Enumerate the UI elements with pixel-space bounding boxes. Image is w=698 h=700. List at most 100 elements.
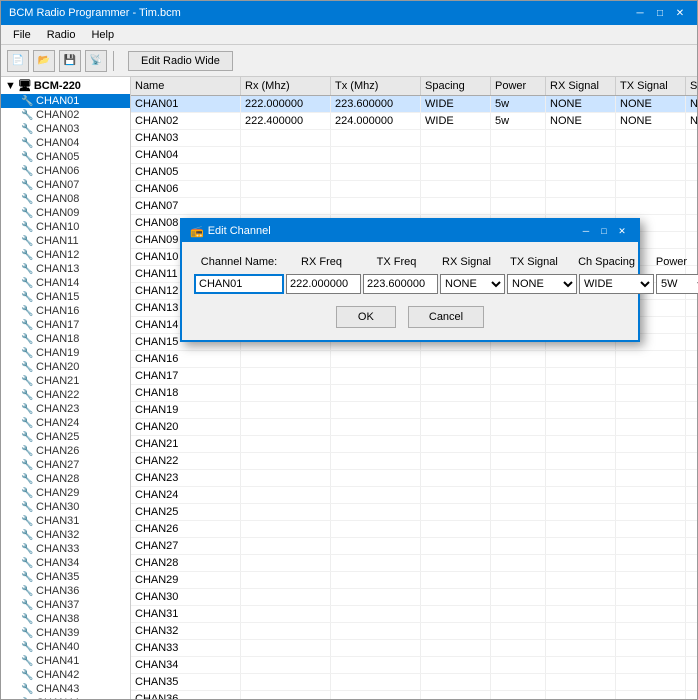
- close-button[interactable]: ✕: [671, 5, 689, 21]
- maximize-button[interactable]: □: [651, 5, 669, 21]
- tx-signal-select[interactable]: NONE: [507, 274, 577, 294]
- tree-item[interactable]: 🔧CHAN10: [1, 220, 130, 234]
- tree-item[interactable]: 🔧CHAN24: [1, 416, 130, 430]
- tree-item[interactable]: 🔧CHAN20: [1, 360, 130, 374]
- table-row[interactable]: CHAN32: [131, 623, 697, 640]
- tree-item[interactable]: 🔧CHAN26: [1, 444, 130, 458]
- tree-item[interactable]: 🔧CHAN04: [1, 136, 130, 150]
- tree-item[interactable]: 🔧CHAN14: [1, 276, 130, 290]
- tree-item[interactable]: 🔧CHAN16: [1, 304, 130, 318]
- dialog-minimize-button[interactable]: ─: [578, 224, 594, 238]
- tree-item[interactable]: 🔧CHAN07: [1, 178, 130, 192]
- tree-item[interactable]: 🔧CHAN18: [1, 332, 130, 346]
- tree-item[interactable]: 🔧CHAN01: [1, 94, 130, 108]
- dialog-close-button[interactable]: ✕: [614, 224, 630, 238]
- tree-item[interactable]: 🔧CHAN03: [1, 122, 130, 136]
- table-row[interactable]: CHAN04: [131, 147, 697, 164]
- tree-item[interactable]: 🔧CHAN06: [1, 164, 130, 178]
- table-row[interactable]: CHAN22: [131, 453, 697, 470]
- tree-item[interactable]: 🔧CHAN44: [1, 696, 130, 699]
- tree-item[interactable]: 🔧CHAN28: [1, 472, 130, 486]
- tree-item[interactable]: 🔧CHAN11: [1, 234, 130, 248]
- tree-item[interactable]: 🔧CHAN08: [1, 192, 130, 206]
- tree-item[interactable]: 🔧CHAN31: [1, 514, 130, 528]
- table-row[interactable]: CHAN17: [131, 368, 697, 385]
- tree-item[interactable]: 🔧CHAN40: [1, 640, 130, 654]
- table-row[interactable]: CHAN06: [131, 181, 697, 198]
- tree-item[interactable]: 🔧CHAN38: [1, 612, 130, 626]
- edit-radio-wide-button[interactable]: Edit Radio Wide: [128, 51, 233, 71]
- tree-item-label: CHAN41: [36, 655, 79, 667]
- table-row[interactable]: CHAN34: [131, 657, 697, 674]
- cell-txsig: [616, 419, 686, 435]
- power-select[interactable]: 5W 1W: [656, 274, 698, 294]
- tree-item[interactable]: 🔧CHAN37: [1, 598, 130, 612]
- dialog-cancel-button[interactable]: Cancel: [408, 306, 484, 328]
- table-row[interactable]: CHAN29: [131, 572, 697, 589]
- table-row[interactable]: CHAN24: [131, 487, 697, 504]
- tree-item[interactable]: 🔧CHAN34: [1, 556, 130, 570]
- ch-spacing-select[interactable]: WIDE NARROW: [579, 274, 654, 294]
- cell-scan: NO: [686, 96, 697, 112]
- tree-item[interactable]: 🔧CHAN43: [1, 682, 130, 696]
- rx-freq-input[interactable]: [286, 274, 361, 294]
- table-row[interactable]: CHAN31: [131, 606, 697, 623]
- tree-item[interactable]: 🔧CHAN33: [1, 542, 130, 556]
- tree-item[interactable]: 🔧CHAN39: [1, 626, 130, 640]
- dialog-maximize-button[interactable]: □: [596, 224, 612, 238]
- table-row[interactable]: CHAN03: [131, 130, 697, 147]
- table-row[interactable]: CHAN25: [131, 504, 697, 521]
- tree-item[interactable]: 🔧CHAN22: [1, 388, 130, 402]
- table-row[interactable]: CHAN05: [131, 164, 697, 181]
- minimize-button[interactable]: ─: [631, 5, 649, 21]
- tree-item[interactable]: 🔧CHAN27: [1, 458, 130, 472]
- tree-root-item[interactable]: ▼ 🖥 BCM-220: [1, 77, 130, 94]
- table-row[interactable]: CHAN23: [131, 470, 697, 487]
- table-row[interactable]: CHAN28: [131, 555, 697, 572]
- dialog-ok-button[interactable]: OK: [336, 306, 396, 328]
- toolbar-new-btn[interactable]: 📄: [7, 50, 29, 72]
- toolbar-radio-btn[interactable]: 📡: [85, 50, 107, 72]
- tree-item[interactable]: 🔧CHAN35: [1, 570, 130, 584]
- tree-item[interactable]: 🔧CHAN13: [1, 262, 130, 276]
- channel-name-input[interactable]: [194, 274, 284, 294]
- tree-item[interactable]: 🔧CHAN32: [1, 528, 130, 542]
- table-row[interactable]: CHAN36: [131, 691, 697, 699]
- tree-item[interactable]: 🔧CHAN15: [1, 290, 130, 304]
- tree-item[interactable]: 🔧CHAN21: [1, 374, 130, 388]
- toolbar-save-btn[interactable]: 💾: [59, 50, 81, 72]
- table-row[interactable]: CHAN20: [131, 419, 697, 436]
- table-row[interactable]: CHAN30: [131, 589, 697, 606]
- menu-file[interactable]: File: [5, 27, 39, 43]
- tree-item[interactable]: 🔧CHAN02: [1, 108, 130, 122]
- table-row[interactable]: CHAN35: [131, 674, 697, 691]
- table-row[interactable]: CHAN33: [131, 640, 697, 657]
- menu-help[interactable]: Help: [83, 27, 122, 43]
- tree-item[interactable]: 🔧CHAN36: [1, 584, 130, 598]
- table-row[interactable]: CHAN27: [131, 538, 697, 555]
- tree-item[interactable]: 🔧CHAN29: [1, 486, 130, 500]
- tree-item[interactable]: 🔧CHAN25: [1, 430, 130, 444]
- tree-item[interactable]: 🔧CHAN12: [1, 248, 130, 262]
- tree-item[interactable]: 🔧CHAN19: [1, 346, 130, 360]
- table-row[interactable]: CHAN26: [131, 521, 697, 538]
- table-row[interactable]: CHAN01 222.000000 223.600000 WIDE 5w NON…: [131, 96, 697, 113]
- tx-freq-input[interactable]: [363, 274, 438, 294]
- tree-item[interactable]: 🔧CHAN09: [1, 206, 130, 220]
- window-controls: ─ □ ✕: [631, 5, 689, 21]
- tree-item[interactable]: 🔧CHAN30: [1, 500, 130, 514]
- toolbar-open-btn[interactable]: 📂: [33, 50, 55, 72]
- tree-item[interactable]: 🔧CHAN23: [1, 402, 130, 416]
- table-row[interactable]: CHAN02 222.400000 224.000000 WIDE 5w NON…: [131, 113, 697, 130]
- menu-radio[interactable]: Radio: [39, 27, 84, 43]
- tree-item[interactable]: 🔧CHAN17: [1, 318, 130, 332]
- table-row[interactable]: CHAN18: [131, 385, 697, 402]
- tree-item[interactable]: 🔧CHAN42: [1, 668, 130, 682]
- table-row[interactable]: CHAN21: [131, 436, 697, 453]
- table-row[interactable]: CHAN07: [131, 198, 697, 215]
- table-row[interactable]: CHAN19: [131, 402, 697, 419]
- tree-item[interactable]: 🔧CHAN41: [1, 654, 130, 668]
- tree-item[interactable]: 🔧CHAN05: [1, 150, 130, 164]
- table-row[interactable]: CHAN16: [131, 351, 697, 368]
- rx-signal-select[interactable]: NONE: [440, 274, 505, 294]
